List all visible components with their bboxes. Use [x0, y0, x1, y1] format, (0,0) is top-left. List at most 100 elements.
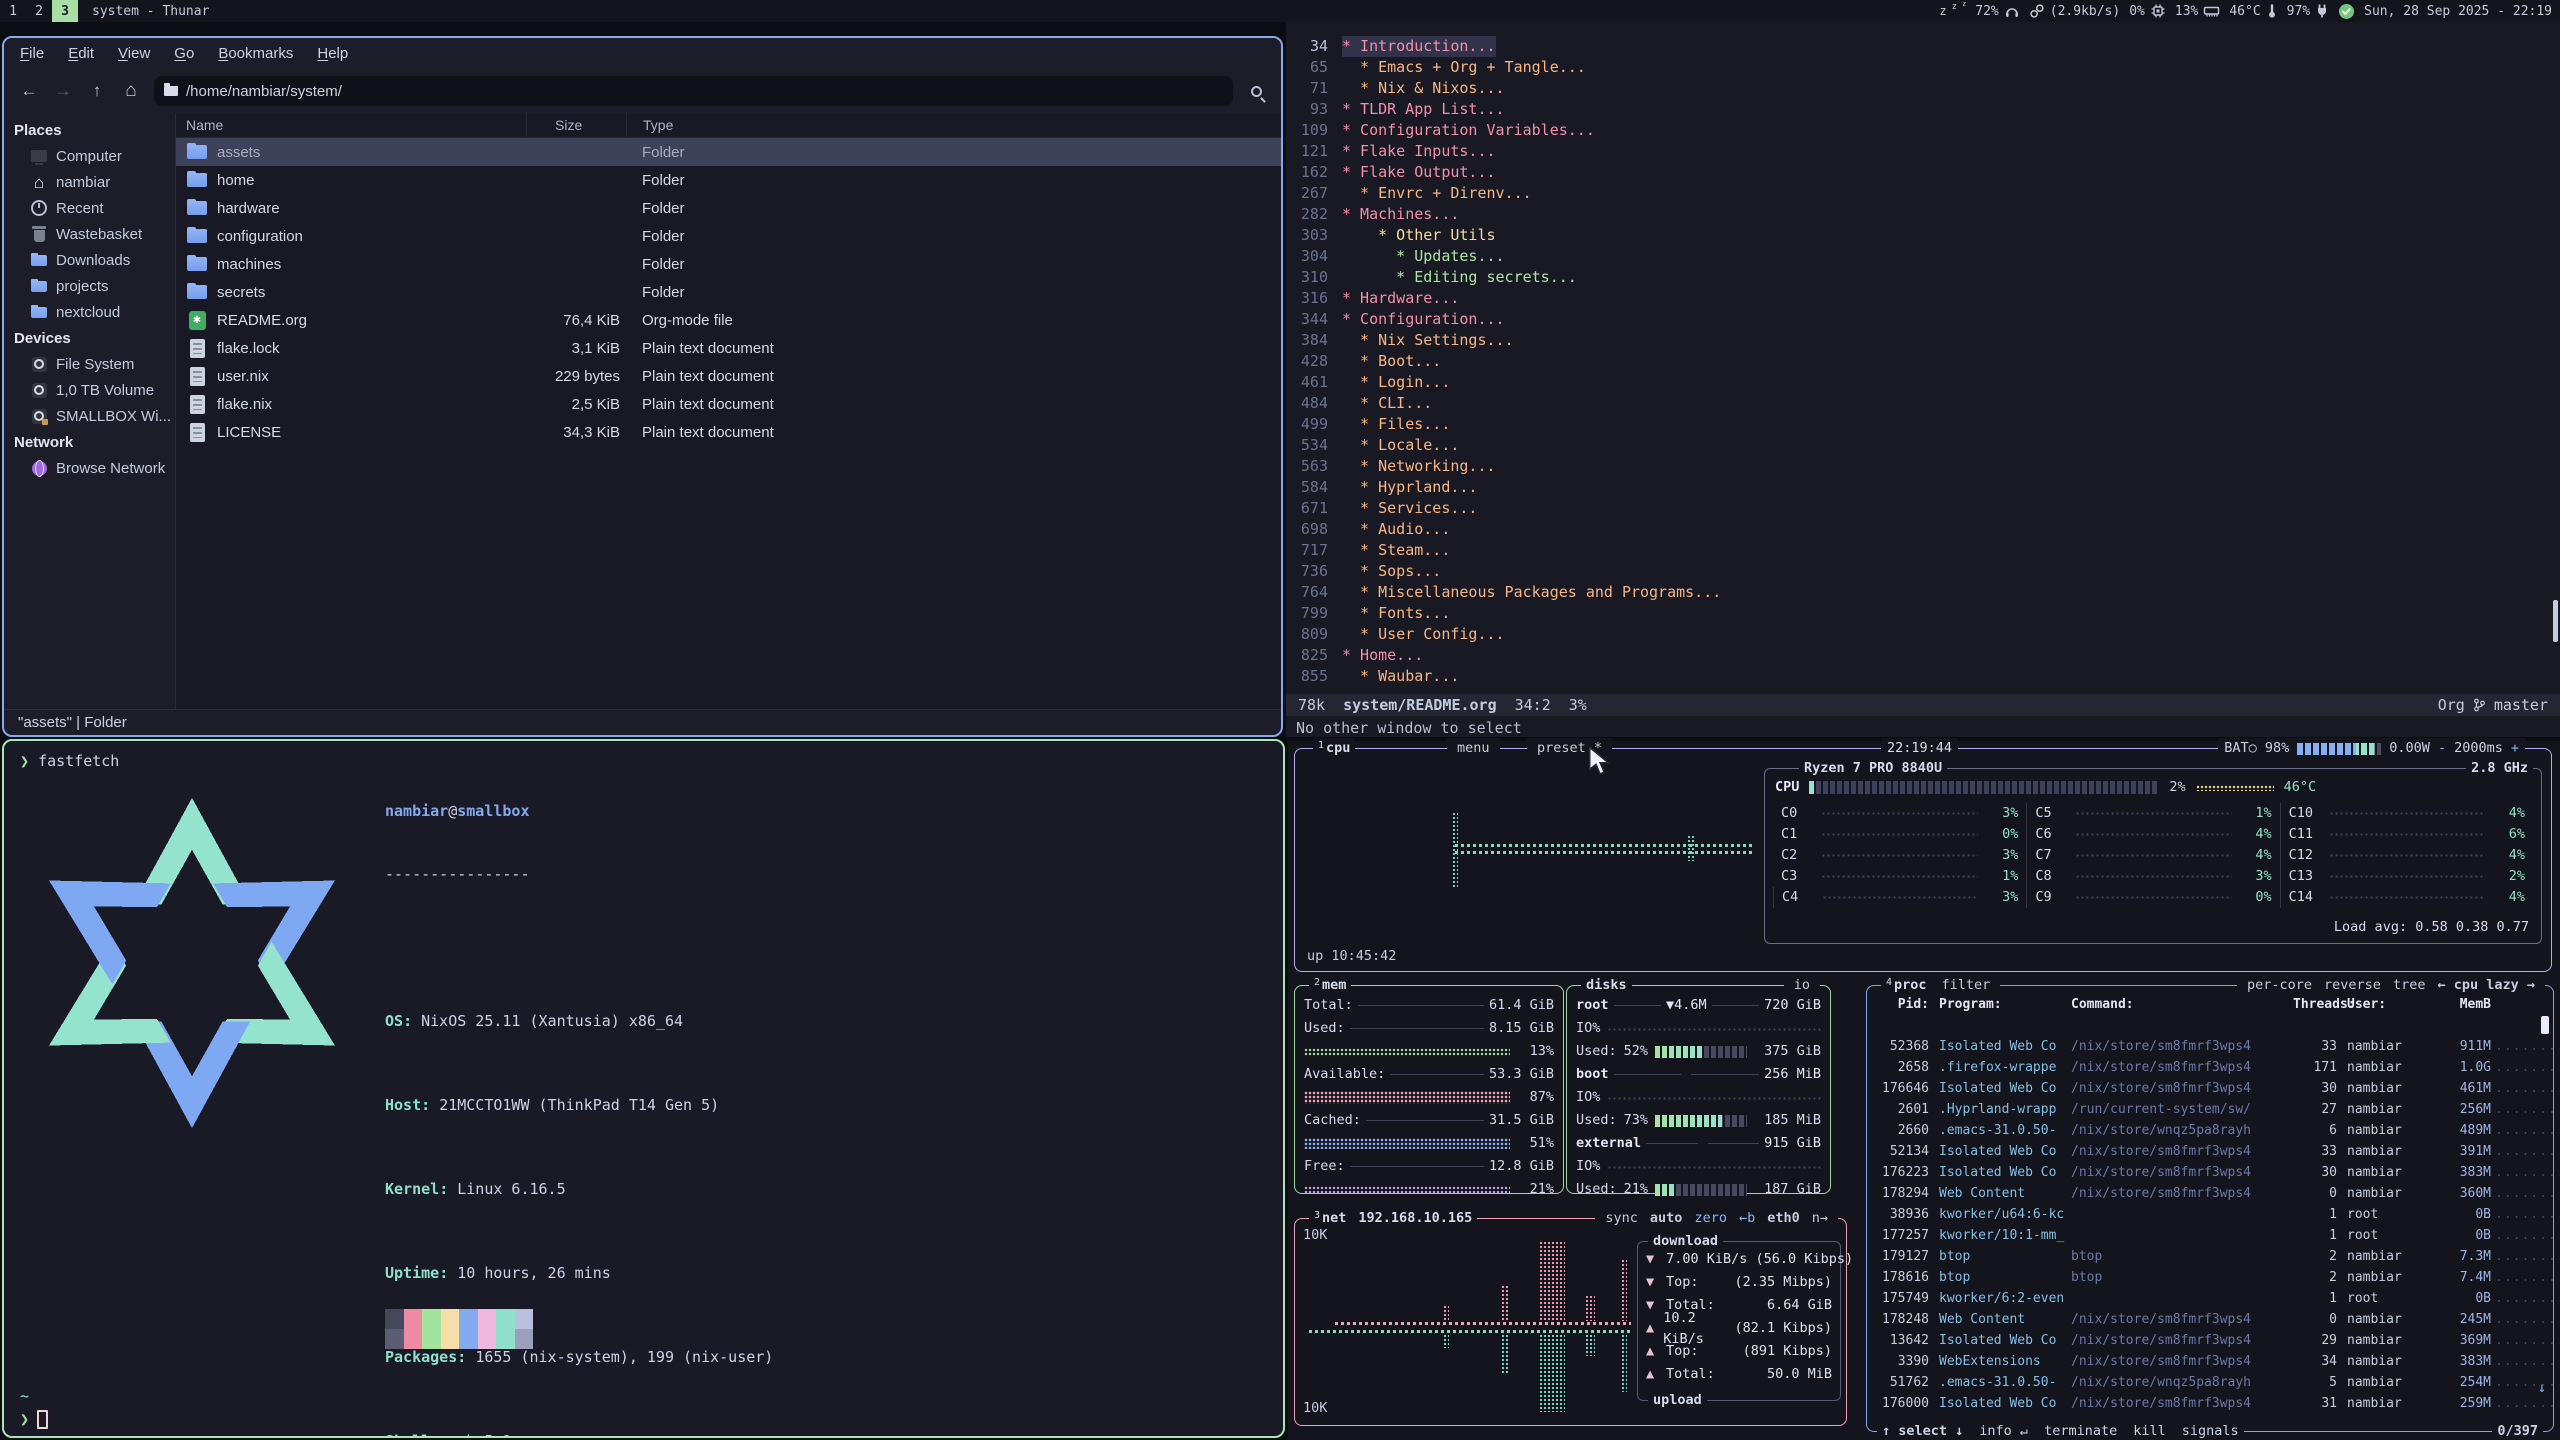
process-row[interactable]: 179127 btop btop 2 nambiar 7.3M 0.0: [1867, 1246, 2553, 1267]
column-size[interactable]: Size: [526, 113, 626, 137]
col-cpu[interactable]: Cpu% ↑: [2551, 994, 2560, 1036]
info-key[interactable]: info ↵: [1979, 1421, 2028, 1440]
org-heading[interactable]: 764 * Miscellaneous Packages and Program…: [1286, 582, 2560, 603]
interval-plus[interactable]: +: [2511, 738, 2519, 759]
disks-io-toggle[interactable]: io: [1789, 975, 1815, 996]
disks-box-title[interactable]: disks: [1586, 975, 1627, 996]
back-button[interactable]: ←: [14, 76, 44, 106]
org-heading[interactable]: 799 * Fonts...: [1286, 603, 2560, 624]
process-row[interactable]: 176000 Isolated Web Co /nix/store/sm8fmr…: [1867, 1393, 2553, 1414]
proc-reverse-toggle[interactable]: reverse: [2319, 975, 2386, 996]
org-heading[interactable]: 65 * Emacs + Org + Tangle...: [1286, 57, 2560, 78]
workspace-button[interactable]: 2: [26, 0, 52, 22]
network-indicator[interactable]: (2.9kb/s): [2029, 3, 2120, 19]
file-row[interactable]: hardware Folder: [176, 194, 1281, 222]
process-row[interactable]: 176646 Isolated Web Co /nix/store/sm8fmr…: [1867, 1078, 2553, 1099]
col-program[interactable]: Program:: [1933, 994, 2067, 1036]
memory-indicator[interactable]: 13%: [2175, 3, 2220, 19]
org-heading[interactable]: 162 * Flake Output...: [1286, 162, 2560, 183]
org-heading[interactable]: 717 * Steam...: [1286, 540, 2560, 561]
column-type[interactable]: Type: [626, 113, 1281, 137]
kill-key[interactable]: kill: [2133, 1421, 2166, 1440]
process-row[interactable]: 3390 WebExtensions /nix/store/sm8fmrf3wp…: [1867, 1351, 2553, 1372]
org-heading[interactable]: 316 * Hardware...: [1286, 288, 2560, 309]
file-row[interactable]: LICENSE 34,3 KiB Plain text document: [176, 418, 1281, 446]
org-heading[interactable]: 534 * Locale...: [1286, 435, 2560, 456]
org-heading[interactable]: 93 * TLDR App List...: [1286, 99, 2560, 120]
signals-key[interactable]: signals: [2182, 1421, 2239, 1440]
proc-box-title[interactable]: proc: [1894, 975, 1927, 996]
sidebar-item[interactable]: Computer: [4, 143, 175, 169]
proc-sort-selector[interactable]: ← cpu lazy →: [2432, 975, 2540, 996]
sidebar-item[interactable]: SMALLBOX Wi...: [4, 403, 175, 429]
temperature-indicator[interactable]: 46°C: [2229, 3, 2277, 19]
emacs-scrollbar[interactable]: [2553, 600, 2558, 642]
net-prev-iface[interactable]: ←b: [1734, 1208, 1760, 1229]
net-auto-toggle[interactable]: auto: [1645, 1208, 1688, 1229]
process-row[interactable]: 177257 kworker/10:1-mm_ 1 root 0B 0.0: [1867, 1225, 2553, 1246]
sidebar-item[interactable]: projects: [4, 273, 175, 299]
org-heading[interactable]: 282 * Machines...: [1286, 204, 2560, 225]
interval-minus[interactable]: -: [2438, 738, 2446, 759]
clock[interactable]: Sun, 28 Sep 2025 - 22:19: [2364, 4, 2552, 19]
proc-tree-toggle[interactable]: tree: [2388, 975, 2431, 996]
process-row[interactable]: 13642 Isolated Web Co /nix/store/sm8fmrf…: [1867, 1330, 2553, 1351]
process-row[interactable]: 38936 kworker/u64:6-kc 1 root 0B 0.0: [1867, 1204, 2553, 1225]
menu-edit[interactable]: Edit: [68, 45, 94, 62]
file-row[interactable]: secrets Folder: [176, 278, 1281, 306]
org-heading[interactable]: 310 * Editing secrets...: [1286, 267, 2560, 288]
workspace-button[interactable]: 3: [52, 0, 78, 22]
file-row[interactable]: assets Folder: [176, 138, 1281, 166]
workspace-button[interactable]: 1: [0, 0, 26, 22]
org-heading[interactable]: 698 * Audio...: [1286, 519, 2560, 540]
org-heading[interactable]: 736 * Sops...: [1286, 561, 2560, 582]
sidebar-item[interactable]: 1,0 TB Volume: [4, 377, 175, 403]
file-row[interactable]: home Folder: [176, 166, 1281, 194]
cpu-box-title[interactable]: cpu: [1326, 738, 1350, 759]
org-heading[interactable]: 825 * Home...: [1286, 645, 2560, 666]
sidebar-item[interactable]: Wastebasket: [4, 221, 175, 247]
updates-ok-icon[interactable]: [2338, 3, 2355, 20]
org-heading[interactable]: 428 * Boot...: [1286, 351, 2560, 372]
process-row[interactable]: 52134 Isolated Web Co /nix/store/sm8fmrf…: [1867, 1141, 2553, 1162]
sidebar-item[interactable]: Recent: [4, 195, 175, 221]
terminate-key[interactable]: terminate: [2044, 1421, 2117, 1440]
org-heading[interactable]: 121 * Flake Inputs...: [1286, 141, 2560, 162]
sidebar-item[interactable]: File System: [4, 351, 175, 377]
cpu-indicator[interactable]: 0%: [2129, 3, 2166, 19]
process-row[interactable]: 51762 .emacs-31.0.50- /nix/store/wnqz5pa…: [1867, 1372, 2553, 1393]
column-name[interactable]: Name: [186, 117, 526, 133]
battery-indicator[interactable]: 97%: [2287, 3, 2329, 19]
process-row[interactable]: 178294 Web Content /nix/store/sm8fmrf3wp…: [1867, 1183, 2553, 1204]
search-button[interactable]: [1241, 76, 1271, 106]
file-row[interactable]: README.org 76,4 KiB Org-mode file: [176, 306, 1281, 334]
idle-inhibitor-icon[interactable]: zzz: [1939, 5, 1966, 17]
menu-bookmarks[interactable]: Bookmarks: [218, 45, 293, 62]
org-heading[interactable]: 303 * Other Utils: [1286, 225, 2560, 246]
proc-percore-toggle[interactable]: per-core: [2242, 975, 2317, 996]
process-row[interactable]: 178248 Web Content /nix/store/sm8fmrf3wp…: [1867, 1309, 2553, 1330]
col-pid[interactable]: Pid:: [1877, 994, 1929, 1036]
org-heading[interactable]: 671 * Services...: [1286, 498, 2560, 519]
process-row[interactable]: 2658 .firefox-wrappe /nix/store/sm8fmrf3…: [1867, 1057, 2553, 1078]
proc-filter-button[interactable]: filter: [1937, 975, 1996, 996]
org-heading[interactable]: 34 * Introduction...: [1286, 36, 2560, 57]
org-heading[interactable]: 809 * User Config...: [1286, 624, 2560, 645]
net-next-iface[interactable]: n→: [1807, 1208, 1833, 1229]
sidebar-item[interactable]: nambiar: [4, 169, 175, 195]
sidebar-item[interactable]: Downloads: [4, 247, 175, 273]
col-user[interactable]: User:: [2341, 994, 2425, 1036]
sidebar-item[interactable]: Browse Network: [4, 455, 175, 481]
col-command[interactable]: Command:: [2071, 994, 2289, 1036]
forward-button[interactable]: →: [48, 76, 78, 106]
col-mem[interactable]: MemB: [2429, 994, 2491, 1036]
org-heading[interactable]: 304 * Updates...: [1286, 246, 2560, 267]
file-row[interactable]: configuration Folder: [176, 222, 1281, 250]
org-heading[interactable]: 267 * Envrc + Direnv...: [1286, 183, 2560, 204]
btop-menu-button[interactable]: menu: [1452, 738, 1495, 759]
volume-indicator[interactable]: 72%: [1975, 3, 2019, 19]
file-row[interactable]: flake.nix 2,5 KiB Plain text document: [176, 390, 1281, 418]
net-zero-toggle[interactable]: zero: [1689, 1208, 1732, 1229]
col-threads[interactable]: Threads:: [2293, 994, 2337, 1036]
process-row[interactable]: 52368 Isolated Web Co /nix/store/sm8fmrf…: [1867, 1036, 2553, 1057]
